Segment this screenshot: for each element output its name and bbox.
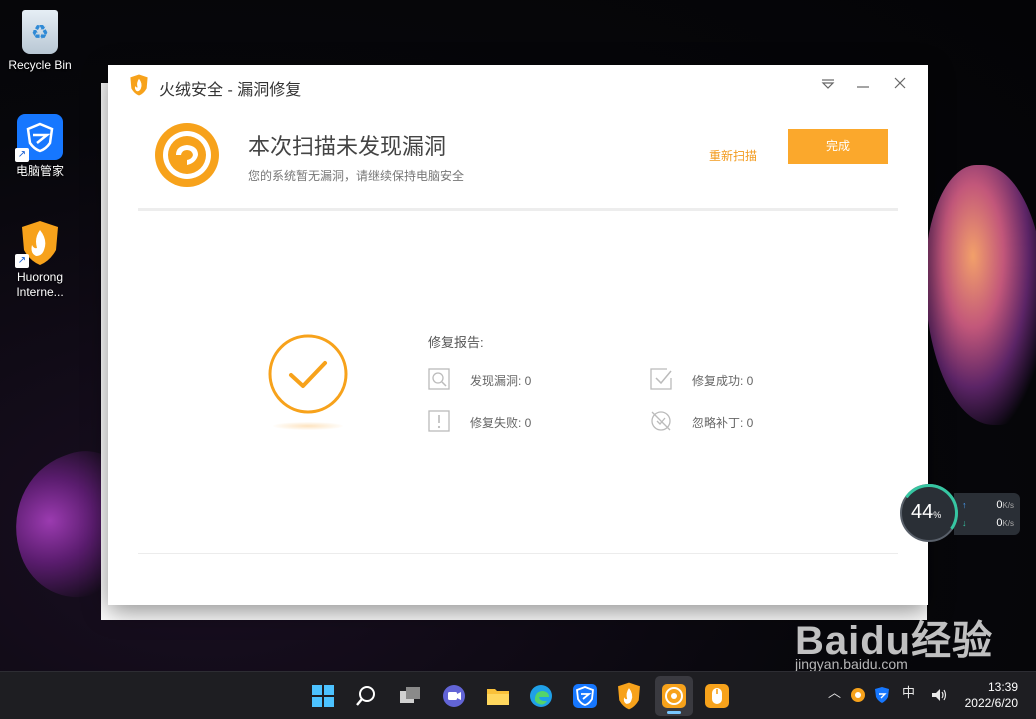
check-box-icon [650,368,672,390]
percent-value: 44 [911,501,934,523]
edge-browser-icon[interactable] [527,682,555,710]
volume-icon[interactable] [930,687,948,703]
start-icon[interactable] [309,682,337,710]
huorong-repair-taskbar-icon[interactable] [660,682,688,710]
footer-divider [138,553,898,554]
wallpaper-swoosh-right [925,165,1036,425]
huorong-logo-icon [130,74,148,96]
stat-label: 发现漏洞: 0 [470,374,532,388]
speed-panel: ↑ 0K/s ↓ 0K/s [954,493,1020,535]
upload-arrow-icon: ↑ [962,500,967,510]
desktop-icon-label: Huorong Interne... [16,270,64,299]
chat-icon[interactable] [440,682,468,710]
stat-label: 忽略补丁: 0 [692,416,754,430]
huorong-icon: ↗ [15,220,63,268]
shield-status-icon [155,123,219,187]
ignore-icon [651,411,671,431]
task-view-icon[interactable] [396,682,424,710]
memory-usage-percent: 44% [911,501,941,524]
recycle-bin-icon [22,10,58,54]
system-clock[interactable]: 13:39 2022/6/20 [960,679,1018,711]
clock-date: 2022/6/20 [964,696,1018,710]
pc-manager-icon: ↗ [15,114,63,162]
vulnerability-repair-window: 火绒安全 - 漏洞修复 本次扫描未发现漏洞 您的系统暂无漏洞，请继续保持电脑安全… [108,65,928,605]
file-explorer-icon[interactable] [484,682,512,710]
tray-overflow-chevron-icon[interactable]: ︿ [828,682,841,701]
scan-result-header: 本次扫描未发现漏洞 您的系统暂无漏洞，请继续保持电脑安全 重新扫描 完成 [138,107,898,209]
search-icon[interactable] [352,682,380,710]
done-button[interactable]: 完成 [788,129,888,164]
desktop-icon-recycle-bin[interactable]: Recycle Bin [0,10,80,73]
window-titlebar[interactable]: 火绒安全 - 漏洞修复 [108,65,928,107]
alert-box-icon [428,410,450,432]
download-speed: ↓ 0K/s [962,517,1018,529]
scan-status-subtitle: 您的系统暂无漏洞，请继续保持电脑安全 [248,169,465,183]
shortcut-arrow-icon: ↗ [15,148,29,162]
download-arrow-icon: ↓ [962,518,967,528]
header-divider [138,208,898,211]
ime-indicator[interactable]: 中 [902,682,915,701]
download-unit: K/s [1002,519,1014,528]
scan-status-title: 本次扫描未发现漏洞 [248,134,447,159]
tray-huorong-icon[interactable] [850,687,866,703]
network-speed-widget[interactable]: ↑ 0K/s ↓ 0K/s 44% [895,479,1020,547]
tray-shield-icon[interactable] [874,686,890,704]
desktop-icon-label: Recycle Bin [8,58,72,72]
upload-unit: K/s [1002,501,1014,510]
desktop-icon-label: 电脑管家 [15,164,64,178]
mouse-app-icon[interactable] [703,682,731,710]
minimize-button[interactable] [853,75,873,95]
search-icon [428,368,450,390]
close-button[interactable] [890,75,910,95]
huorong-taskbar-icon[interactable] [615,682,643,710]
desktop-icon-huorong[interactable]: ↗ Huorong Interne... [0,220,80,300]
window-title: 火绒安全 - 漏洞修复 [159,82,302,99]
report-title: 修复报告: [428,335,484,350]
desktop-icon-pc-manager[interactable]: ↗ 电脑管家 [0,114,80,179]
baidu-watermark-url: jingyan.baidu.com [795,656,908,672]
success-check-icon [268,334,348,414]
taskbar: ︿ 中 13:39 2022/6/20 [0,671,1036,719]
rescan-link[interactable]: 重新扫描 [709,147,757,164]
check-shadow [273,422,343,430]
percent-unit: % [933,510,942,520]
stat-label: 修复失败: 0 [470,416,532,430]
clock-time: 13:39 [987,680,1018,694]
stat-label: 修复成功: 0 [692,374,754,388]
upload-speed: ↑ 0K/s [962,499,1018,511]
pc-manager-taskbar-icon[interactable] [571,682,599,710]
shortcut-arrow-icon: ↗ [15,254,29,268]
menu-dropdown-icon[interactable] [818,75,838,95]
